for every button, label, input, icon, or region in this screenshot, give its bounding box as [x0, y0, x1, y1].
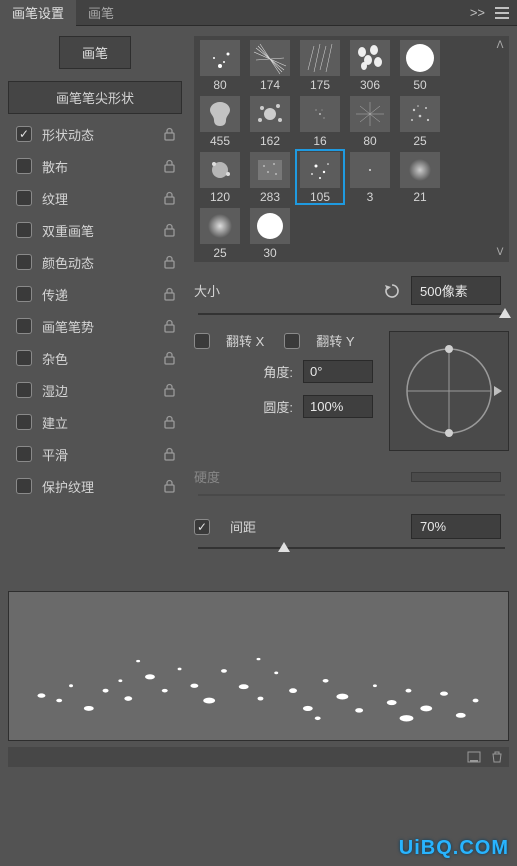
angle-label: 角度: — [263, 362, 293, 381]
brush-preview — [8, 591, 509, 741]
lock-icon[interactable] — [163, 127, 176, 141]
lock-icon[interactable] — [163, 447, 176, 461]
panel-footer — [8, 747, 509, 767]
brush-thumb-80[interactable]: 80 — [196, 38, 244, 92]
spacing-checkbox[interactable] — [194, 519, 210, 535]
flip-y-checkbox[interactable] — [284, 333, 300, 349]
collapse-button[interactable]: >> — [470, 5, 485, 20]
flip-x-checkbox[interactable] — [194, 333, 210, 349]
option-label-5: 传递 — [42, 285, 163, 304]
lock-icon[interactable] — [163, 415, 176, 429]
size-input[interactable]: 500像素 — [411, 276, 501, 305]
lock-icon[interactable] — [163, 479, 176, 493]
angle-dial[interactable] — [389, 331, 509, 451]
size-label: 大小 — [194, 281, 220, 300]
option-checkbox-6[interactable] — [16, 318, 32, 334]
option-checkbox-8[interactable] — [16, 382, 32, 398]
watermark: UiBQ.COM — [399, 837, 509, 860]
hardness-label: 硬度 — [194, 467, 220, 486]
option-checkbox-0[interactable] — [16, 126, 32, 142]
brush-thumb-175[interactable]: 175 — [296, 38, 344, 92]
roundness-input[interactable]: 100% — [303, 395, 373, 418]
option-label-8: 湿边 — [42, 381, 163, 400]
brush-thumb-25[interactable]: 25 — [396, 94, 444, 148]
hardness-input — [411, 472, 501, 482]
brush-thumbnails: 8017417530650455162168025120283105321253… — [194, 36, 491, 262]
hardness-slider — [198, 494, 505, 496]
lock-icon[interactable] — [163, 351, 176, 365]
panel-tabs: 画笔设置 画笔 >> — [0, 0, 517, 26]
brush-button[interactable]: 画笔 — [59, 36, 131, 69]
brush-thumb-16[interactable]: 16 — [296, 94, 344, 148]
spacing-slider[interactable] — [198, 547, 505, 549]
brush-thumb-120[interactable]: 120 — [196, 150, 244, 204]
lock-icon[interactable] — [163, 287, 176, 301]
brush-thumb-30[interactable]: 30 — [246, 206, 294, 260]
brush-thumb-25[interactable]: 25 — [196, 206, 244, 260]
panel-menu-icon[interactable] — [495, 7, 509, 19]
tab-brush-settings[interactable]: 画笔设置 — [0, 0, 76, 27]
flip-x-label: 翻转 X — [226, 331, 264, 350]
size-slider[interactable] — [198, 313, 505, 315]
brush-thumb-174[interactable]: 174 — [246, 38, 294, 92]
option-label-11: 保护纹理 — [42, 477, 163, 496]
roundness-label: 圆度: — [263, 397, 293, 416]
option-checkbox-1[interactable] — [16, 158, 32, 174]
lock-icon[interactable] — [163, 319, 176, 333]
lock-icon[interactable] — [163, 159, 176, 173]
option-label-10: 平滑 — [42, 445, 163, 464]
brush-thumb-162[interactable]: 162 — [246, 94, 294, 148]
brush-tip-shape[interactable]: 画笔笔尖形状 — [8, 81, 182, 114]
option-checkbox-4[interactable] — [16, 254, 32, 270]
brush-thumb-3[interactable]: 3 — [346, 150, 394, 204]
option-checkbox-11[interactable] — [16, 478, 32, 494]
scroll-down-icon[interactable]: ᐯ — [497, 247, 504, 258]
option-checkbox-9[interactable] — [16, 414, 32, 430]
spacing-label: 间距 — [230, 517, 256, 536]
trash-icon[interactable] — [491, 751, 503, 763]
option-checkbox-7[interactable] — [16, 350, 32, 366]
reset-size-icon[interactable] — [383, 283, 401, 299]
option-checkbox-10[interactable] — [16, 446, 32, 462]
option-checkbox-3[interactable] — [16, 222, 32, 238]
angle-input[interactable]: 0° — [303, 360, 373, 383]
option-label-7: 杂色 — [42, 349, 163, 368]
brush-thumb-455[interactable]: 455 — [196, 94, 244, 148]
option-label-1: 散布 — [42, 157, 163, 176]
thumbs-scrollbar[interactable]: ᐱ ᐯ — [491, 36, 509, 262]
brush-thumb-283[interactable]: 283 — [246, 150, 294, 204]
brush-thumb-50[interactable]: 50 — [396, 38, 444, 92]
option-label-4: 颜色动态 — [42, 253, 163, 272]
spacing-input[interactable]: 70% — [411, 514, 501, 539]
flip-y-label: 翻转 Y — [316, 331, 354, 350]
tab-brush[interactable]: 画笔 — [76, 0, 126, 27]
option-checkbox-2[interactable] — [16, 190, 32, 206]
size-slider-thumb[interactable] — [499, 308, 511, 318]
option-label-2: 纹理 — [42, 189, 163, 208]
lock-icon[interactable] — [163, 223, 176, 237]
scroll-up-icon[interactable]: ᐱ — [497, 40, 504, 51]
option-checkbox-5[interactable] — [16, 286, 32, 302]
lock-icon[interactable] — [163, 383, 176, 397]
new-preset-icon[interactable] — [467, 751, 481, 763]
spacing-slider-thumb[interactable] — [278, 542, 290, 552]
brush-thumb-80[interactable]: 80 — [346, 94, 394, 148]
option-label-3: 双重画笔 — [42, 221, 163, 240]
option-label-9: 建立 — [42, 413, 163, 432]
option-label-0: 形状动态 — [42, 125, 163, 144]
brush-thumb-21[interactable]: 21 — [396, 150, 444, 204]
lock-icon[interactable] — [163, 255, 176, 269]
brush-thumb-306[interactable]: 306 — [346, 38, 394, 92]
lock-icon[interactable] — [163, 191, 176, 205]
option-label-6: 画笔笔势 — [42, 317, 163, 336]
brush-thumb-105[interactable]: 105 — [296, 150, 344, 204]
